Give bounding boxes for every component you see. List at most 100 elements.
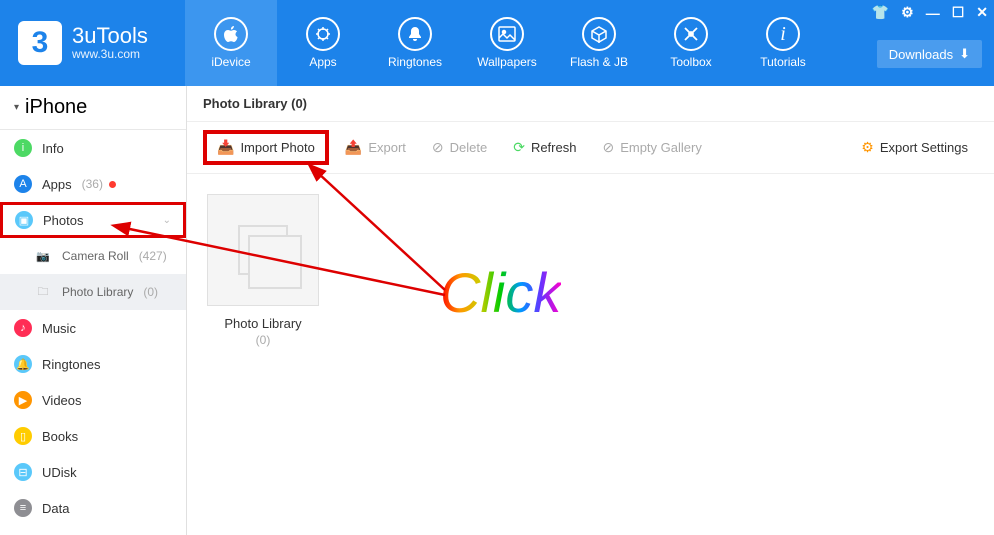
brand-url: www.3u.com bbox=[72, 47, 148, 61]
sidebar-item-label: Videos bbox=[42, 393, 82, 408]
brand-name: 3uTools bbox=[72, 25, 148, 47]
sidebar-item-data[interactable]: ≡ Data bbox=[0, 490, 186, 526]
photo-library-count: (0) bbox=[143, 285, 158, 299]
content-title: Photo Library (0) bbox=[187, 86, 994, 121]
refresh-button[interactable]: ⟳ Refresh bbox=[503, 134, 586, 161]
sidebar-item-label: Data bbox=[42, 501, 69, 516]
import-photo-button[interactable]: 📥 Import Photo bbox=[203, 130, 329, 165]
sidebar-item-apps[interactable]: A Apps (36) bbox=[0, 166, 186, 202]
bell-icon bbox=[398, 17, 432, 51]
nav-tab-flashjb[interactable]: Flash & JB bbox=[553, 0, 645, 86]
nav-tab-wallpapers[interactable]: Wallpapers bbox=[461, 0, 553, 86]
empty-icon: ⊘ bbox=[602, 139, 614, 156]
video-icon: ▶ bbox=[14, 391, 32, 409]
nav-label: Ringtones bbox=[388, 55, 442, 69]
nav-tab-idevice[interactable]: iDevice bbox=[185, 0, 277, 86]
sidebar-item-label: Music bbox=[42, 321, 76, 336]
info-icon: i bbox=[766, 17, 800, 51]
minimize-button[interactable]: ― bbox=[926, 5, 940, 21]
device-name: iPhone bbox=[25, 96, 87, 119]
content-area: Photo Library (0) 📥 Import Photo 📤 Expor… bbox=[187, 86, 994, 535]
downloads-button[interactable]: Downloads ⬇ bbox=[877, 40, 982, 68]
album-name: Photo Library bbox=[207, 316, 319, 331]
button-label: Export bbox=[368, 140, 406, 155]
button-label: Empty Gallery bbox=[620, 140, 702, 155]
sidebar-item-udisk[interactable]: ⊟ UDisk bbox=[0, 454, 186, 490]
music-icon: ♪ bbox=[14, 319, 32, 337]
box-icon bbox=[582, 17, 616, 51]
window-controls: 👕 ⚙ ― ☐ ✕ bbox=[872, 4, 988, 21]
maximize-button[interactable]: ☐ bbox=[952, 4, 965, 21]
sidebar-item-label: Info bbox=[42, 141, 64, 156]
nav-tab-tutorials[interactable]: i Tutorials bbox=[737, 0, 829, 86]
download-icon: ⬇ bbox=[959, 46, 970, 62]
bell-icon: 🔔 bbox=[14, 355, 32, 373]
close-button[interactable]: ✕ bbox=[976, 4, 988, 21]
sidebar-item-label: Ringtones bbox=[42, 357, 101, 372]
sidebar-item-books[interactable]: ▯ Books bbox=[0, 418, 186, 454]
button-label: Refresh bbox=[531, 140, 577, 155]
info-icon: i bbox=[14, 139, 32, 157]
apple-icon bbox=[214, 17, 248, 51]
sidebar-item-label: Books bbox=[42, 429, 78, 444]
nav-label: Apps bbox=[309, 55, 336, 69]
sidebar-item-videos[interactable]: ▶ Videos bbox=[0, 382, 186, 418]
skin-icon[interactable]: 👕 bbox=[872, 4, 889, 21]
settings-icon[interactable]: ⚙ bbox=[901, 4, 914, 21]
button-label: Delete bbox=[450, 140, 488, 155]
apps-count: (36) bbox=[82, 177, 103, 191]
refresh-icon: ⟳ bbox=[513, 139, 525, 156]
nav-tab-ringtones[interactable]: Ringtones bbox=[369, 0, 461, 86]
image-icon bbox=[490, 17, 524, 51]
nav-tab-apps[interactable]: Apps bbox=[277, 0, 369, 86]
update-badge bbox=[109, 181, 116, 188]
sidebar-item-label: Apps bbox=[42, 177, 72, 192]
camera-roll-count: (427) bbox=[139, 249, 167, 263]
main-area: ▾ iPhone i Info A Apps (36) ▣ Photos ⌄ 📷… bbox=[0, 86, 994, 535]
logo-icon: 3 bbox=[18, 21, 62, 65]
button-label: Import Photo bbox=[240, 140, 314, 155]
button-label: Export Settings bbox=[880, 140, 968, 155]
export-button[interactable]: 📤 Export bbox=[335, 134, 416, 161]
sidebar-item-label: Photo Library bbox=[62, 285, 133, 299]
sidebar-item-label: UDisk bbox=[42, 465, 77, 480]
album-item[interactable]: Photo Library (0) bbox=[207, 194, 319, 347]
sidebar-item-info[interactable]: i Info bbox=[0, 130, 186, 166]
logo-section: 3 3uTools www.3u.com bbox=[0, 0, 185, 86]
nav-tab-toolbox[interactable]: Toolbox bbox=[645, 0, 737, 86]
delete-button[interactable]: ⊘ Delete bbox=[422, 134, 497, 161]
photos-icon: ▣ bbox=[15, 211, 33, 229]
nav-label: Flash & JB bbox=[570, 55, 628, 69]
export-icon: 📤 bbox=[345, 139, 362, 156]
album-count: (0) bbox=[207, 333, 319, 347]
tools-icon bbox=[674, 17, 708, 51]
sidebar-item-photos[interactable]: ▣ Photos ⌄ bbox=[0, 202, 186, 238]
empty-gallery-button[interactable]: ⊘ Empty Gallery bbox=[592, 134, 711, 161]
logo-text: 3uTools www.3u.com bbox=[72, 25, 148, 61]
camera-icon: 📷 bbox=[34, 247, 52, 265]
nav-label: iDevice bbox=[211, 55, 250, 69]
export-settings-button[interactable]: ⚙ Export Settings bbox=[851, 134, 978, 161]
import-icon: 📥 bbox=[217, 139, 234, 156]
sidebar-item-label: Camera Roll bbox=[62, 249, 129, 263]
nav-label: Toolbox bbox=[670, 55, 711, 69]
nav-label: Wallpapers bbox=[477, 55, 537, 69]
apps-icon bbox=[306, 17, 340, 51]
album-thumbnail bbox=[207, 194, 319, 306]
data-icon: ≡ bbox=[14, 499, 32, 517]
app-header: 3 3uTools www.3u.com iDevice Apps Ringto… bbox=[0, 0, 994, 86]
dropdown-icon: ▾ bbox=[14, 102, 19, 113]
folder-icon: 🗀 bbox=[34, 283, 52, 301]
sidebar-item-camera-roll[interactable]: 📷 Camera Roll (427) bbox=[0, 238, 186, 274]
sidebar-item-photo-library[interactable]: 🗀 Photo Library (0) bbox=[0, 274, 186, 310]
sidebar-item-label: Photos bbox=[43, 213, 83, 228]
sidebar-item-music[interactable]: ♪ Music bbox=[0, 310, 186, 346]
chevron-down-icon: ⌄ bbox=[163, 215, 171, 226]
books-icon: ▯ bbox=[14, 427, 32, 445]
udisk-icon: ⊟ bbox=[14, 463, 32, 481]
gear-icon: ⚙ bbox=[861, 139, 874, 156]
sidebar-item-ringtones[interactable]: 🔔 Ringtones bbox=[0, 346, 186, 382]
nav-label: Tutorials bbox=[760, 55, 806, 69]
gallery-area: Photo Library (0) bbox=[187, 174, 994, 367]
device-selector[interactable]: ▾ iPhone bbox=[0, 86, 186, 130]
